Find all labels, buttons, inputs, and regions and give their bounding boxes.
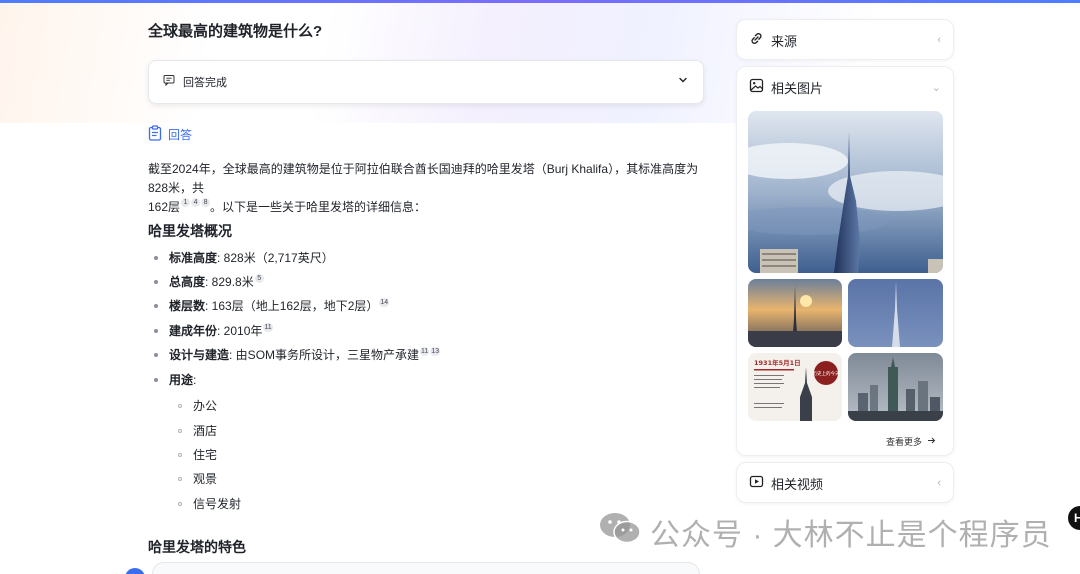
watermark: 公众号 · 大林不止是个程序员: [598, 510, 1052, 554]
item-key: 楼层数: [169, 299, 206, 313]
use-label: 酒店: [193, 424, 218, 438]
item-key: 标准高度: [169, 251, 218, 265]
item-value: : 828米（2,717英尺）: [217, 251, 334, 265]
chevron-left-icon[interactable]: ‹: [937, 34, 941, 46]
item-key: 用途: [169, 373, 194, 387]
question-title: 全球最高的建筑物是什么?: [148, 23, 323, 40]
citation-badge[interactable]: 11: [263, 323, 273, 332]
intro-line-2b: 。以下是一些关于哈里发塔的详细信息：: [210, 200, 427, 214]
citation-badge[interactable]: 5: [254, 274, 264, 283]
list-item: 楼层数: 163层（地上162层，地下2层） 14: [154, 298, 390, 314]
chevron-left-icon[interactable]: ‹: [937, 477, 941, 489]
item-value: : 由SOM事务所设计，三星物产承建: [229, 348, 420, 362]
sub-list-item: 酒店: [178, 423, 217, 439]
related-videos-title: 相关视频: [771, 476, 824, 492]
sources-card[interactable]: 来源 ‹: [736, 19, 954, 60]
sub-list-item: 观景: [178, 471, 217, 487]
list-item: 建成年份: 2010年 11: [154, 323, 273, 339]
use-label: 观景: [193, 472, 218, 486]
answer-heading-label: 回答: [168, 128, 193, 142]
related-videos-card[interactable]: 相关视频 ‹: [736, 462, 954, 503]
section-heading-overview: 哈里发塔概况: [148, 223, 232, 239]
chevron-down-icon[interactable]: [677, 73, 689, 91]
citation-badge[interactable]: 8: [201, 198, 211, 207]
tower-blue-image[interactable]: [848, 279, 943, 347]
link-icon: [749, 31, 764, 49]
item-key: 建成年份: [169, 324, 218, 338]
list-item: 设计与建造: 由SOM事务所设计，三星物产承建 11 13: [154, 347, 441, 363]
citation-badge[interactable]: 11: [420, 347, 430, 356]
sub-list-item: 住宅: [178, 447, 217, 463]
sources-header[interactable]: 来源 ‹: [737, 20, 953, 60]
citation-badge[interactable]: 4: [191, 198, 201, 207]
sources-title: 来源: [771, 33, 798, 49]
sub-list-item: 信号发射: [178, 496, 241, 512]
answer-heading: 回答: [148, 125, 192, 144]
citation-badge[interactable]: 1: [181, 198, 191, 207]
assistant-avatar: [125, 568, 145, 574]
item-key: 设计与建造: [169, 348, 230, 362]
clipboard-icon: [148, 125, 162, 144]
chat-bubble-icon: [163, 73, 175, 91]
answer-intro: 截至2024年，全球最高的建筑物是位于阿拉伯联合酋长国迪拜的哈里发塔（Burj …: [148, 160, 704, 217]
newspaper-image[interactable]: 1931年5月1日 历史上的今天: [748, 353, 842, 421]
related-images-header[interactable]: 相关图片 ⌄: [737, 67, 953, 107]
corner-badge[interactable]: H: [1068, 506, 1080, 530]
chevron-down-icon[interactable]: ⌄: [932, 81, 941, 94]
wechat-icon: [598, 511, 642, 553]
video-icon: [749, 474, 764, 492]
item-value: : 163层（地上162层，地下2层）: [205, 299, 379, 313]
image-icon: [749, 78, 764, 96]
answer-status-dropdown[interactable]: 回答完成: [148, 60, 704, 104]
related-videos-header[interactable]: 相关视频 ‹: [737, 463, 953, 503]
see-more-label: 查看更多: [886, 437, 923, 447]
citation-badge[interactable]: 13: [430, 347, 441, 356]
stamp-text: 历史上的今天: [813, 370, 840, 377]
item-value: : 2010年: [217, 324, 263, 338]
item-value: : 829.8米: [205, 275, 254, 289]
related-images-title: 相关图片: [771, 80, 824, 96]
related-images-card: 相关图片 ⌄ 1931年5月1日 历史上的今天 查看更多: [736, 66, 954, 456]
tower-sunset-image[interactable]: [748, 279, 842, 347]
tower-image-large[interactable]: [748, 111, 943, 273]
arrow-right-icon: [927, 436, 936, 447]
next-content-card: [152, 562, 700, 574]
sub-list-item: 办公: [178, 398, 217, 414]
list-item: 标准高度: 828米（2,717英尺）: [154, 250, 334, 266]
see-more-link[interactable]: 查看更多: [886, 435, 936, 448]
city-skyline-image[interactable]: [848, 353, 943, 421]
list-item: 用途:: [154, 372, 196, 388]
item-value: :: [193, 373, 197, 387]
intro-line-2a: 162层: [148, 200, 181, 214]
use-label: 办公: [193, 399, 218, 413]
list-item: 总高度: 829.8米 5: [154, 274, 264, 290]
newspaper-date: 1931年5月1日: [754, 358, 801, 367]
use-label: 信号发射: [193, 497, 242, 511]
intro-line-1: 截至2024年，全球最高的建筑物是位于阿拉伯联合酋长国迪拜的哈里发塔（Burj …: [148, 162, 699, 195]
use-label: 住宅: [193, 448, 218, 462]
item-key: 总高度: [169, 275, 206, 289]
status-label: 回答完成: [183, 77, 227, 89]
citation-badge[interactable]: 14: [379, 298, 390, 307]
section-heading-features: 哈里发塔的特色: [148, 539, 246, 555]
watermark-text: 公众号 · 大林不止是个程序员: [650, 519, 1052, 552]
